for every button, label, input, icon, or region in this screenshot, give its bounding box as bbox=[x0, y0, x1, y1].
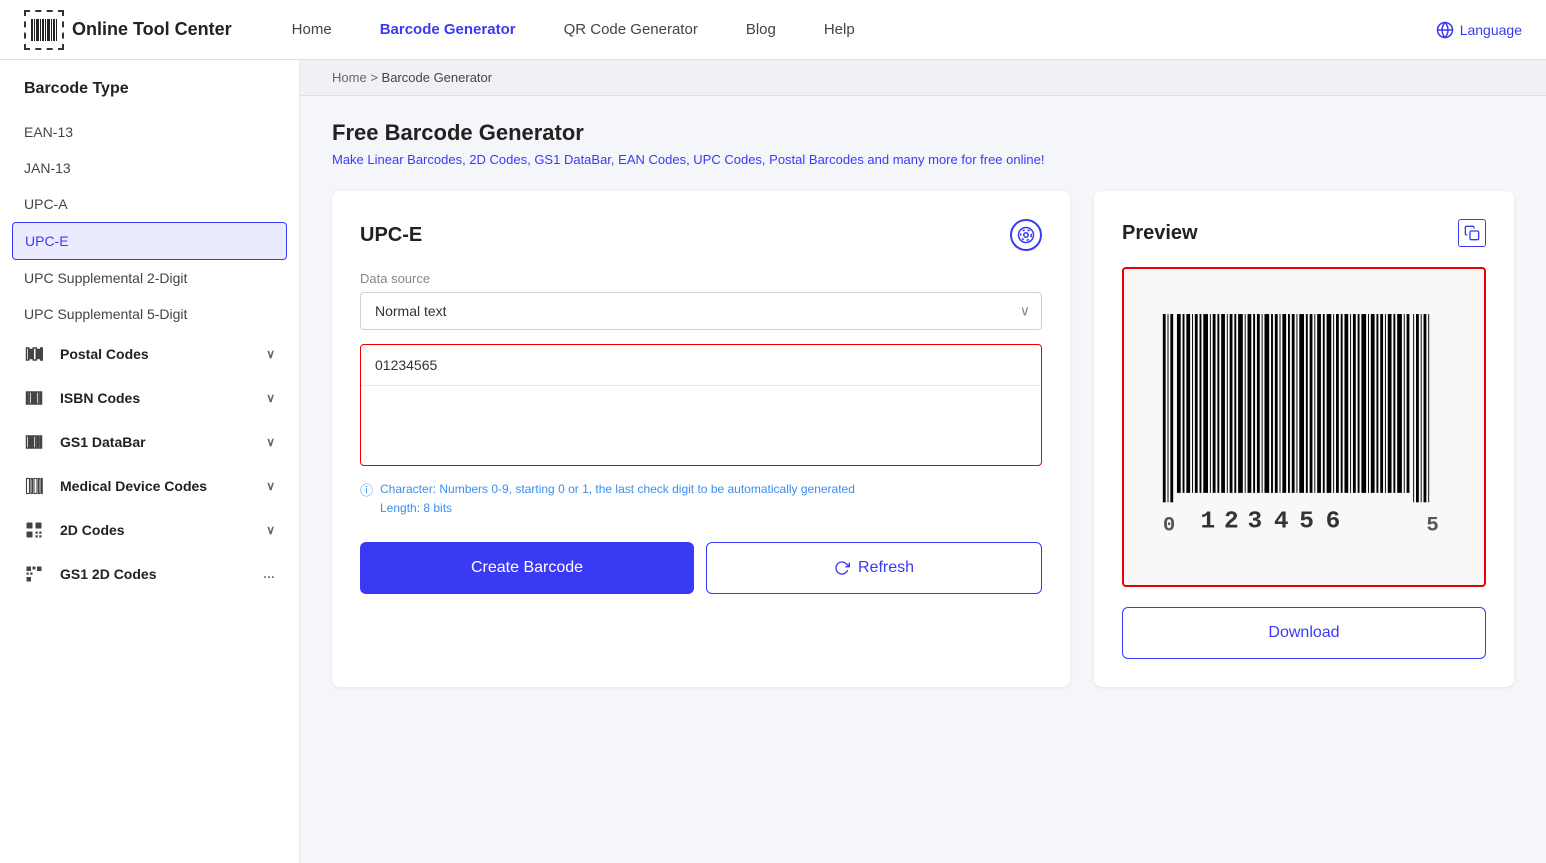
info-button[interactable] bbox=[1010, 219, 1042, 251]
sidebar-item-upc5[interactable]: UPC Supplemental 5-Digit bbox=[0, 296, 299, 332]
2d-icon bbox=[24, 520, 44, 540]
sidebar-item-upca[interactable]: UPC-A bbox=[0, 186, 299, 222]
gs1-2d-chevron: … bbox=[263, 567, 275, 581]
svg-text:1: 1 bbox=[1200, 509, 1215, 536]
2d-chevron: ∨ bbox=[266, 523, 275, 537]
breadcrumb-home[interactable]: Home bbox=[332, 70, 367, 85]
language-label: Language bbox=[1460, 22, 1522, 38]
sidebar-group-gs1[interactable]: GS1 DataBar ∨ bbox=[0, 420, 299, 464]
logo[interactable]: Online Tool Center bbox=[24, 10, 232, 50]
sidebar-item-ean13[interactable]: EAN-13 bbox=[0, 114, 299, 150]
sidebar-group-2d[interactable]: 2D Codes ∨ bbox=[0, 508, 299, 552]
hint-line2: Length: 8 bits bbox=[380, 501, 452, 515]
sidebar-group-gs1-2d[interactable]: GS1 2D Codes … bbox=[0, 552, 299, 596]
main-content: Home > Barcode Generator Free Barcode Ge… bbox=[300, 60, 1546, 863]
preview-card: Preview bbox=[1094, 191, 1514, 687]
medical-label: Medical Device Codes bbox=[60, 478, 207, 494]
page-title: Free Barcode Generator bbox=[332, 120, 1514, 146]
preview-title: Preview bbox=[1122, 222, 1198, 245]
sidebar-group-medical[interactable]: Medical Device Codes ∨ bbox=[0, 464, 299, 508]
create-barcode-button[interactable]: Create Barcode bbox=[360, 542, 694, 594]
sidebar-title: Barcode Type bbox=[0, 80, 299, 114]
header: Online Tool Center Home Barcode Generato… bbox=[0, 0, 1546, 60]
postal-chevron: ∨ bbox=[266, 347, 275, 361]
data-source-select[interactable]: Normal text bbox=[360, 292, 1042, 330]
isbn-label: ISBN Codes bbox=[60, 390, 140, 406]
globe-icon bbox=[1436, 21, 1454, 39]
data-input[interactable] bbox=[375, 357, 1027, 373]
gs1-chevron: ∨ bbox=[266, 435, 275, 449]
nav-help[interactable]: Help bbox=[824, 21, 855, 38]
action-buttons: Create Barcode Refresh bbox=[360, 542, 1042, 594]
page-layout: Barcode Type EAN-13 JAN-13 UPC-A UPC-E U… bbox=[0, 60, 1546, 863]
medical-icon bbox=[24, 476, 44, 496]
preview-header: Preview bbox=[1122, 219, 1486, 247]
sidebar-item-upce[interactable]: UPC-E bbox=[12, 222, 287, 260]
medical-chevron: ∨ bbox=[266, 479, 275, 493]
svg-text:0: 0 bbox=[1163, 515, 1175, 538]
svg-text:6: 6 bbox=[1326, 509, 1341, 536]
content-area: Free Barcode Generator Make Linear Barco… bbox=[300, 96, 1546, 711]
sidebar-item-jan13[interactable]: JAN-13 bbox=[0, 150, 299, 186]
nav-barcode-generator[interactable]: Barcode Generator bbox=[380, 21, 516, 38]
data-input-extra[interactable] bbox=[361, 385, 1041, 465]
isbn-icon bbox=[24, 388, 44, 408]
data-input-area bbox=[360, 344, 1042, 466]
data-source-select-wrapper: Normal text ∨ bbox=[360, 292, 1042, 330]
tool-card-header: UPC-E bbox=[360, 219, 1042, 251]
language-switcher[interactable]: Language bbox=[1436, 21, 1522, 39]
gs1-label: GS1 DataBar bbox=[60, 434, 146, 450]
copy-icon bbox=[1464, 225, 1480, 241]
2d-label: 2D Codes bbox=[60, 522, 125, 538]
breadcrumb: Home > Barcode Generator bbox=[300, 60, 1546, 96]
postal-label: Postal Codes bbox=[60, 346, 149, 362]
isbn-chevron: ∨ bbox=[266, 391, 275, 405]
nav-qr-code[interactable]: QR Code Generator bbox=[564, 21, 698, 38]
nav-blog[interactable]: Blog bbox=[746, 21, 776, 38]
barcode-svg: 0 1 2 3 4 5 6 5 bbox=[1144, 297, 1464, 557]
breadcrumb-current: Barcode Generator bbox=[382, 70, 493, 85]
svg-text:5: 5 bbox=[1426, 515, 1438, 538]
hint-line1: Character: Numbers 0-9, starting 0 or 1,… bbox=[380, 482, 855, 496]
hint-text: ⓘ Character: Numbers 0-9, starting 0 or … bbox=[360, 480, 1042, 518]
nav-home[interactable]: Home bbox=[292, 21, 332, 38]
download-button[interactable]: Download bbox=[1122, 607, 1486, 659]
svg-text:2: 2 bbox=[1224, 509, 1239, 536]
gs1-2d-icon bbox=[24, 564, 44, 584]
sidebar-item-upc2[interactable]: UPC Supplemental 2-Digit bbox=[0, 260, 299, 296]
postal-icon bbox=[24, 344, 44, 364]
sidebar: Barcode Type EAN-13 JAN-13 UPC-A UPC-E U… bbox=[0, 60, 300, 863]
gs1-icon bbox=[24, 432, 44, 452]
page-subtitle: Make Linear Barcodes, 2D Codes, GS1 Data… bbox=[332, 152, 1514, 167]
logo-icon bbox=[24, 10, 64, 50]
breadcrumb-separator: > bbox=[370, 70, 378, 85]
svg-text:5: 5 bbox=[1299, 509, 1314, 536]
tool-card-title: UPC-E bbox=[360, 224, 422, 247]
data-source-label: Data source bbox=[360, 271, 1042, 286]
copy-button[interactable] bbox=[1458, 219, 1486, 247]
barcode-preview-area: 0 1 2 3 4 5 6 5 bbox=[1122, 267, 1486, 587]
refresh-icon bbox=[834, 560, 850, 576]
logo-text: Online Tool Center bbox=[72, 19, 232, 40]
tool-card: UPC-E Data source Normal text bbox=[332, 191, 1070, 687]
hint-icon: ⓘ bbox=[360, 481, 373, 502]
sidebar-group-postal[interactable]: Postal Codes ∨ bbox=[0, 332, 299, 376]
refresh-label: Refresh bbox=[858, 559, 914, 577]
gs1-2d-label: GS1 2D Codes bbox=[60, 566, 156, 582]
data-input-inner bbox=[361, 345, 1041, 385]
refresh-button[interactable]: Refresh bbox=[706, 542, 1042, 594]
sidebar-group-isbn[interactable]: ISBN Codes ∨ bbox=[0, 376, 299, 420]
main-nav: Home Barcode Generator QR Code Generator… bbox=[292, 21, 1436, 38]
tool-grid: UPC-E Data source Normal text bbox=[332, 191, 1514, 687]
svg-text:4: 4 bbox=[1274, 509, 1289, 536]
svg-text:3: 3 bbox=[1248, 509, 1263, 536]
